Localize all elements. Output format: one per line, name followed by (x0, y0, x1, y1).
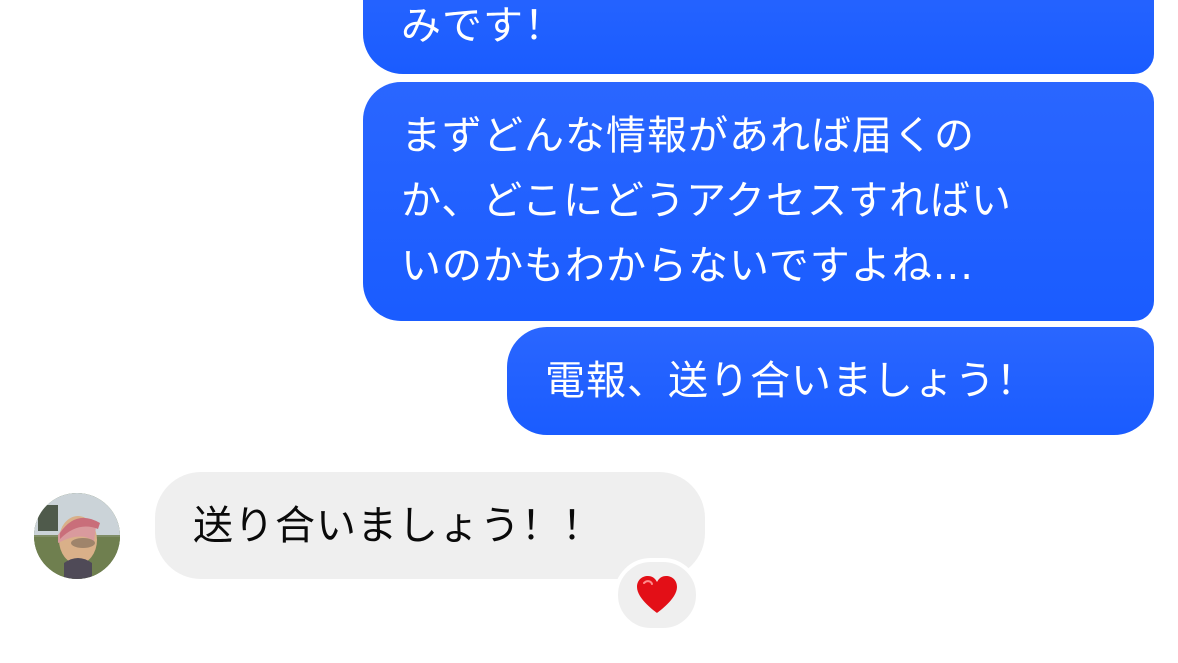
message-text: 電報、送り合いましょう！ (545, 358, 1037, 404)
avatar-photo (34, 493, 120, 579)
outgoing-message-bubble[interactable]: 電報、送り合いましょう！ (507, 327, 1154, 435)
message-text: まずどんな情報があれば届くの (401, 113, 975, 159)
message-text: 送り合いましょう！！ (193, 503, 603, 549)
chat-thread: みです！ まずどんな情報があれば届くの か、どこにどうアクセスすればい いのかも… (0, 0, 1178, 663)
message-text: か、どこにどうアクセスすればい (401, 178, 1012, 224)
reaction-badge[interactable] (614, 558, 700, 632)
incoming-message-bubble[interactable]: 送り合いましょう！！ (155, 472, 705, 579)
avatar[interactable] (34, 493, 120, 579)
message-text: みです！ (401, 3, 565, 49)
outgoing-message-bubble[interactable]: まずどんな情報があれば届くの か、どこにどうアクセスすればい いのかもわからない… (363, 82, 1154, 321)
message-text: いのかもわからないですよね... (401, 243, 974, 289)
outgoing-message-bubble[interactable]: みです！ (363, 0, 1154, 74)
heart-icon (637, 576, 677, 613)
